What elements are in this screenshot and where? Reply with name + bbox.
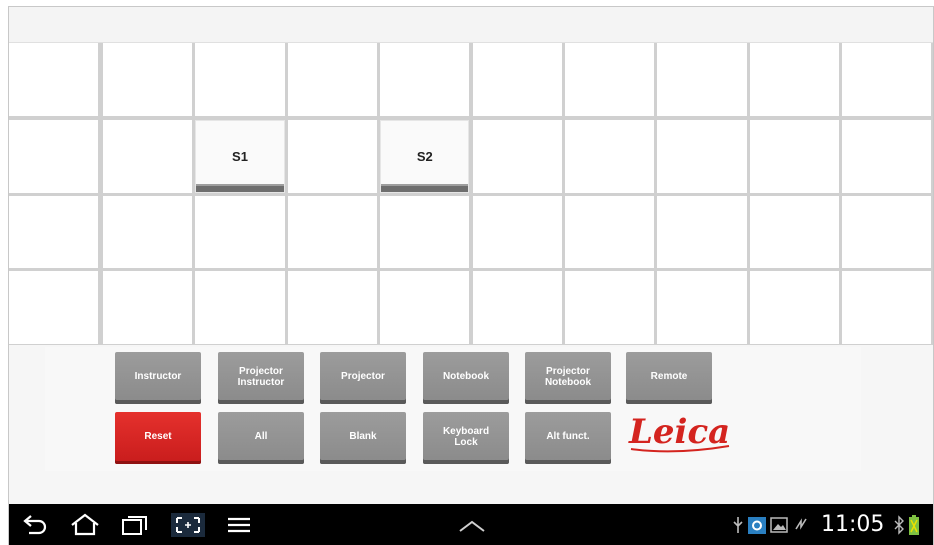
seat-label: S2 (416, 149, 433, 164)
grid-cell[interactable] (195, 195, 285, 268)
grid-cell[interactable] (564, 271, 655, 344)
seat-s1[interactable]: S1 (195, 120, 285, 193)
menu-icon[interactable] (225, 513, 253, 537)
keyboard-lock-button[interactable]: Keyboard Lock (423, 412, 509, 464)
grid-cell[interactable] (657, 120, 747, 193)
bluetooth-icon (894, 515, 904, 535)
grid-cell[interactable] (472, 43, 562, 116)
grid-cell[interactable] (380, 271, 470, 344)
grid-cell[interactable] (9, 43, 99, 116)
grid-cell[interactable] (564, 43, 655, 116)
svg-text:Leica: Leica (628, 412, 730, 452)
all-button[interactable]: All (218, 412, 304, 464)
top-bar (9, 7, 933, 43)
app-window: S1 S2 Instructor Projector Instructor Pro… (8, 6, 934, 545)
skype-icon (748, 517, 766, 534)
grid-cell[interactable] (102, 271, 193, 344)
grid-cell[interactable] (195, 271, 285, 344)
grid-cell[interactable] (842, 195, 932, 268)
grid-cell[interactable] (657, 195, 747, 268)
recent-apps-icon[interactable] (119, 513, 151, 537)
chevron-up-icon[interactable] (457, 513, 487, 537)
home-icon[interactable] (69, 513, 101, 537)
grid-cell[interactable] (657, 43, 747, 116)
grid-cell[interactable] (472, 271, 562, 344)
grid-cell[interactable] (749, 195, 840, 268)
system-nav-bar: 11:05 (9, 504, 933, 545)
grid-cell[interactable] (287, 43, 378, 116)
instructor-button[interactable]: Instructor (115, 352, 201, 404)
grid-cell[interactable] (749, 43, 840, 116)
grid-cell[interactable] (380, 195, 470, 268)
back-icon[interactable] (21, 513, 49, 537)
remote-button[interactable]: Remote (626, 352, 712, 404)
projector-notebook-button[interactable]: Projector Notebook (525, 352, 611, 404)
grid-cell[interactable] (380, 43, 470, 116)
grid-cell[interactable] (102, 195, 193, 268)
grid-cell[interactable] (842, 120, 932, 193)
leica-logo: Leica (628, 412, 730, 453)
alt-funct-button[interactable]: Alt funct. (525, 412, 611, 464)
notebook-button[interactable]: Notebook (423, 352, 509, 404)
grid-cell[interactable] (195, 43, 285, 116)
usb-icon (733, 517, 743, 533)
grid-cell[interactable] (9, 271, 99, 344)
seat-s2[interactable]: S2 (380, 120, 470, 193)
projector-button[interactable]: Projector (320, 352, 406, 404)
reset-button[interactable]: Reset (115, 412, 201, 464)
grid-cell[interactable] (842, 271, 932, 344)
gallery-icon (770, 517, 788, 533)
grid-cell[interactable] (9, 120, 99, 193)
grid-cell[interactable] (287, 271, 378, 344)
grid-cell[interactable] (564, 195, 655, 268)
grid-cell[interactable] (657, 271, 747, 344)
seat-grid: S1 S2 (9, 43, 933, 345)
grid-cell[interactable] (9, 195, 99, 268)
grid-cell[interactable] (472, 195, 562, 268)
grid-cell[interactable] (287, 195, 378, 268)
screenshot-icon[interactable] (171, 513, 205, 537)
grid-cell[interactable] (749, 120, 840, 193)
grid-cell[interactable] (102, 120, 193, 193)
grid-cell[interactable] (472, 120, 562, 193)
projector-instructor-button[interactable]: Projector Instructor (218, 352, 304, 404)
status-clock: 11:05 (821, 512, 885, 537)
seat-label: S1 (232, 149, 248, 164)
blank-button[interactable]: Blank (320, 412, 406, 464)
grid-cell[interactable] (102, 43, 193, 116)
grid-cell[interactable] (564, 120, 655, 193)
sync-icon (795, 518, 807, 530)
control-panel: Instructor Projector Instructor Projecto… (45, 347, 861, 471)
grid-cell[interactable] (749, 271, 840, 344)
grid-cell[interactable] (842, 43, 932, 116)
grid-cell[interactable] (287, 120, 378, 193)
battery-icon (909, 515, 919, 535)
